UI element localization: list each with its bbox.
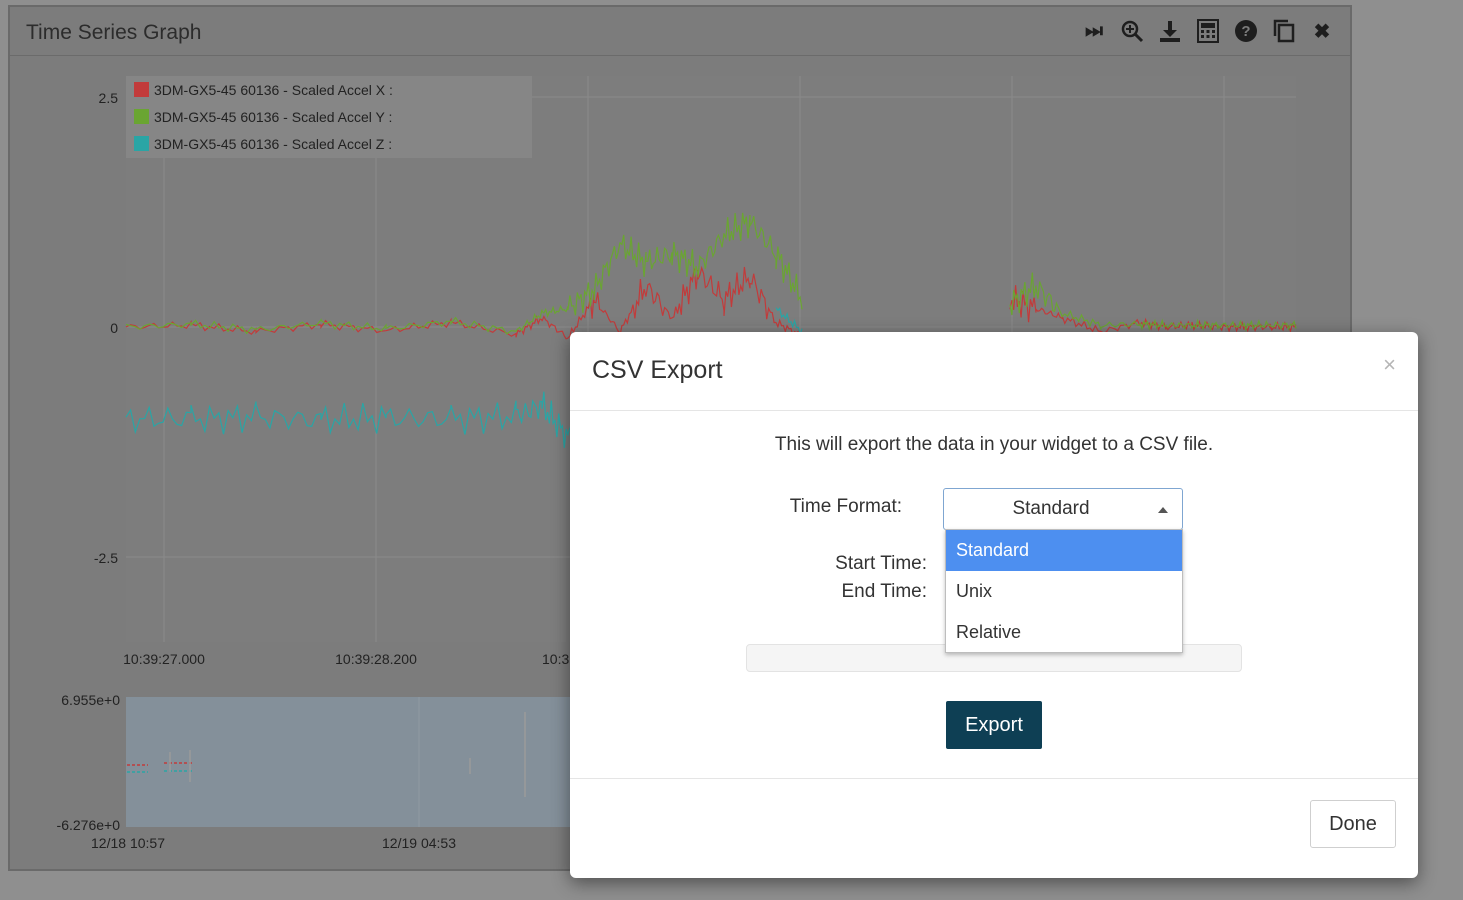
y-tick-label: 2.5 (99, 90, 119, 106)
modal-title: CSV Export (592, 356, 723, 384)
modal-footer (570, 778, 1418, 779)
modal-close-icon[interactable]: × (1383, 352, 1396, 378)
legend-label-y: 3DM-GX5-45 60136 - Scaled Accel Y : (154, 109, 392, 125)
navigator-x-tick-label: 12/18 10:57 (91, 835, 165, 851)
dropdown-option-standard[interactable]: Standard (946, 530, 1182, 571)
legend-swatch-x (134, 82, 149, 97)
y-tick-label: -2.5 (94, 550, 118, 566)
legend-swatch-z (134, 136, 149, 151)
done-button[interactable]: Done (1310, 800, 1396, 848)
start-time-label: Start Time: (835, 553, 927, 574)
time-format-dropdown: Standard Unix Relative (945, 529, 1183, 653)
end-time-label: End Time: (841, 581, 927, 602)
navigator-x-tick-label: 12/19 04:53 (382, 835, 456, 851)
dropdown-option-unix[interactable]: Unix (946, 571, 1182, 612)
caret-up-icon (1158, 507, 1168, 513)
time-format-label: Time Format: (789, 496, 902, 517)
navigator-y-tick-label: 6.955e+0 (61, 692, 120, 708)
legend-swatch-y (134, 109, 149, 124)
modal-header: CSV Export × (570, 332, 1418, 411)
x-tick-label: 10:39:27.000 (123, 651, 205, 667)
time-format-selected-value: Standard (1012, 498, 1090, 519)
navigator-y-tick-label: -6.276e+0 (57, 817, 121, 833)
x-tick-label: 10:39:28.200 (335, 651, 417, 667)
modal-description: This will export the data in your widget… (774, 434, 1214, 455)
time-format-select[interactable]: Standard (943, 488, 1183, 530)
y-tick-label: 0 (110, 320, 118, 336)
legend: 3DM-GX5-45 60136 - Scaled Accel X : 3DM-… (134, 82, 393, 152)
dropdown-option-relative[interactable]: Relative (946, 612, 1182, 653)
csv-export-modal: CSV Export × This will export the data i… (570, 332, 1418, 878)
export-button[interactable]: Export (946, 701, 1042, 749)
legend-label-x: 3DM-GX5-45 60136 - Scaled Accel X : (154, 82, 393, 98)
legend-label-z: 3DM-GX5-45 60136 - Scaled Accel Z : (154, 136, 392, 152)
x-tick-label: 10:3 (542, 651, 569, 667)
navigator-background[interactable] (126, 697, 576, 827)
